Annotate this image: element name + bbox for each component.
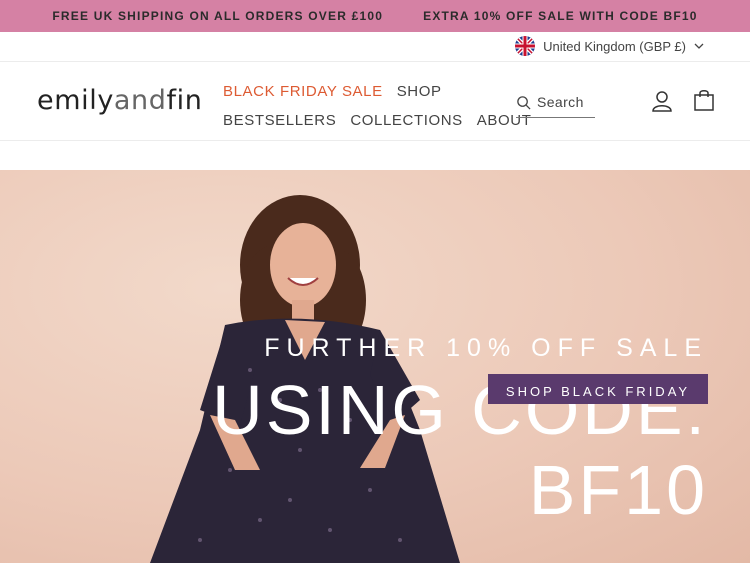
account-icon[interactable]	[650, 89, 674, 113]
logo-part-emily: emily	[37, 85, 114, 116]
site-header: emilyandfin BLACK FRIDAY SALE SHOP BESTS…	[0, 63, 750, 141]
nav-collections[interactable]: COLLECTIONS	[350, 112, 462, 129]
nav-bestsellers[interactable]: BESTSELLERS	[223, 112, 336, 129]
main-nav: BLACK FRIDAY SALE SHOP BESTSELLERS COLLE…	[223, 77, 531, 135]
shopping-bag-icon[interactable]	[692, 88, 716, 112]
utility-bar: United Kingdom (GBP £)	[0, 32, 750, 62]
nav-row-2: BESTSELLERS COLLECTIONS ABOUT	[223, 106, 531, 135]
announcement-sale-code: EXTRA 10% OFF SALE WITH CODE BF10	[423, 9, 698, 23]
uk-flag-icon	[515, 36, 536, 56]
shop-black-friday-button[interactable]: SHOP BLACK FRIDAY	[488, 374, 708, 404]
search-icon	[517, 95, 531, 110]
locale-selector[interactable]: United Kingdom (GBP £)	[515, 36, 704, 56]
logo-part-fin: fin	[166, 85, 203, 116]
nav-row-1: BLACK FRIDAY SALE SHOP	[223, 77, 523, 106]
chevron-down-icon	[694, 43, 704, 49]
announcement-bar: FREE UK SHIPPING ON ALL ORDERS OVER £100…	[0, 0, 750, 32]
search-field[interactable]: Search	[516, 87, 595, 118]
site-logo[interactable]: emilyandfin	[37, 85, 202, 116]
hero-banner[interactable]: FURTHER 10% OFF SALE USING CODE: BF10	[0, 170, 750, 563]
hero-eyebrow: FURTHER 10% OFF SALE	[264, 334, 708, 362]
nav-shop[interactable]: SHOP	[397, 83, 442, 100]
logo-part-and: and	[113, 85, 167, 116]
hero-headline-line2: BF10	[528, 451, 708, 529]
announcement-shipping: FREE UK SHIPPING ON ALL ORDERS OVER £100	[52, 9, 384, 23]
locale-label: United Kingdom (GBP £)	[543, 38, 686, 54]
search-label: Search	[537, 94, 584, 110]
nav-black-friday-sale[interactable]: BLACK FRIDAY SALE	[223, 83, 383, 100]
